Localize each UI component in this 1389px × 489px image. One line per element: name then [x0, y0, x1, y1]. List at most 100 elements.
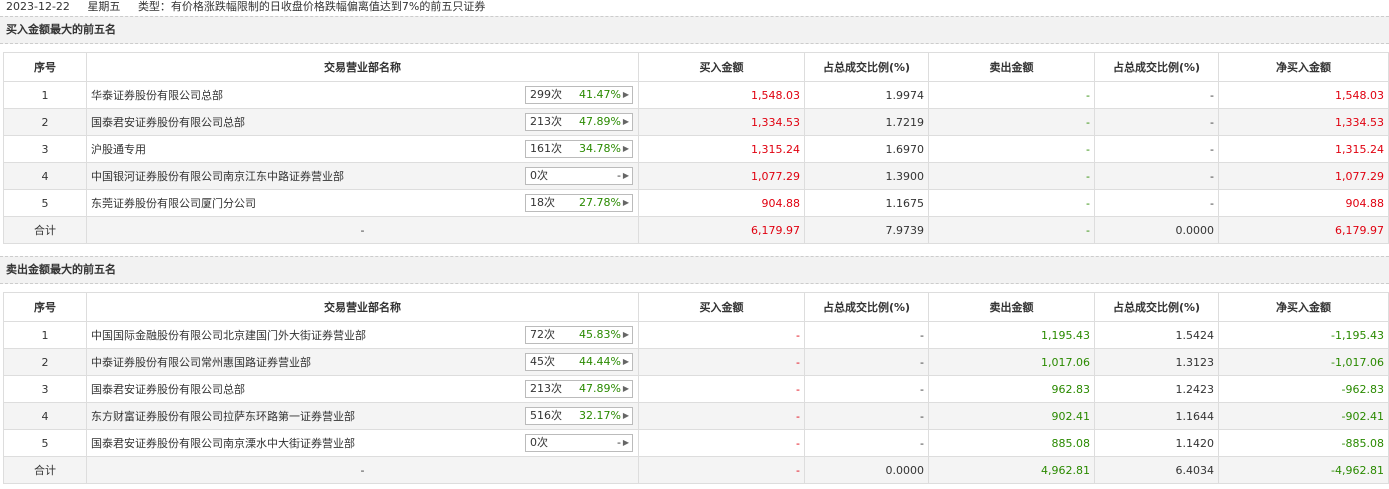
net-buy-amount: -885.08 — [1218, 429, 1389, 457]
row-index: 2 — [3, 108, 87, 136]
broker-name-link[interactable]: 国泰君安证券股份有限公司总部 — [91, 383, 245, 396]
broker-name-link[interactable]: 国泰君安证券股份有限公司总部 — [91, 116, 245, 129]
broker-stats-badge[interactable]: 0次 - ▶ — [525, 167, 633, 185]
broker-name-link[interactable]: 中国国际金融股份有限公司北京建国门外大街证券营业部 — [91, 329, 366, 342]
buy-ratio: - — [804, 348, 929, 376]
broker-stats-badge[interactable]: 213次 47.89% ▶ — [525, 113, 633, 131]
broker-stats-badge[interactable]: 18次 27.78% ▶ — [525, 194, 633, 212]
col-sell-amount: 卖出金额 — [928, 292, 1095, 322]
net-buy-amount: -1,017.06 — [1218, 348, 1389, 376]
net-buy-amount: -962.83 — [1218, 375, 1389, 403]
chevron-right-icon: ▶ — [622, 117, 629, 126]
total-sell-amount: - — [928, 216, 1095, 244]
buy-ratio: 1.3900 — [804, 162, 929, 190]
total-sell-ratio: 6.4034 — [1094, 456, 1219, 484]
table-row: 4 中国银河证券股份有限公司南京江东中路证券营业部 0次 - ▶ 1,077.29 1.39… — [3, 162, 1389, 190]
total-label: 合计 — [3, 456, 87, 484]
broker-cell: 东方财富证券股份有限公司拉萨东环路第一证券营业部 516次 32.17% ▶ — [86, 402, 639, 430]
broker-stats-badge[interactable]: 213次 47.89% ▶ — [525, 380, 633, 398]
trade-count: 18次 — [530, 196, 555, 209]
sell-amount: 1,017.06 — [928, 348, 1095, 376]
trade-count: 516次 — [530, 409, 562, 422]
sell-ratio: - — [1094, 135, 1219, 163]
total-buy-ratio: 7.9739 — [804, 216, 929, 244]
win-rate: 45.83% — [579, 328, 621, 341]
broker-name-link[interactable]: 沪股通专用 — [91, 143, 146, 156]
win-rate: 32.17% — [579, 409, 621, 422]
broker-stats-badge[interactable]: 45次 44.44% ▶ — [525, 353, 633, 371]
broker-cell: 国泰君安证券股份有限公司总部 213次 47.89% ▶ — [86, 375, 639, 403]
buy-amount: 1,077.29 — [638, 162, 805, 190]
sell-ratio: 1.1644 — [1094, 402, 1219, 430]
broker-cell: 中泰证券股份有限公司常州惠国路证券营业部 45次 44.44% ▶ — [86, 348, 639, 376]
buy-ratio: 1.7219 — [804, 108, 929, 136]
chevron-right-icon: ▶ — [622, 411, 629, 420]
net-buy-amount: -902.41 — [1218, 402, 1389, 430]
broker-name-link[interactable]: 中泰证券股份有限公司常州惠国路证券营业部 — [91, 356, 311, 369]
buy-amount: 1,315.24 — [638, 135, 805, 163]
sell-ratio: 1.3123 — [1094, 348, 1219, 376]
broker-cell: 沪股通专用 161次 34.78% ▶ — [86, 135, 639, 163]
buy-amount: - — [638, 348, 805, 376]
col-index: 序号 — [3, 52, 87, 82]
table-row: 3 国泰君安证券股份有限公司总部 213次 47.89% ▶ - -962.83 1.2423… — [3, 375, 1389, 403]
sell-ratio: 1.2423 — [1094, 375, 1219, 403]
buy-amount: - — [638, 429, 805, 457]
broker-stats-badge[interactable]: 299次 41.47% ▶ — [525, 86, 633, 104]
total-net-buy: 6,179.97 — [1218, 216, 1389, 244]
win-rate: 41.47% — [579, 88, 621, 101]
buy-amount: - — [638, 402, 805, 430]
buy-ratio: 1.6970 — [804, 135, 929, 163]
buy-table: 序号 交易营业部名称 买入金额 占总成交比例(%) 卖出金额 占总成交比例(%)… — [3, 52, 1389, 244]
buy-ratio: - — [804, 429, 929, 457]
broker-name-link[interactable]: 国泰君安证券股份有限公司南京溧水中大街证券营业部 — [91, 437, 355, 450]
table-row: 5 东莞证券股份有限公司厦门分公司 18次 27.78% ▶ 904.88 1.1675- -… — [3, 189, 1389, 217]
broker-cell: 中国银河证券股份有限公司南京江东中路证券营业部 0次 - ▶ — [86, 162, 639, 190]
broker-name-link[interactable]: 东方财富证券股份有限公司拉萨东环路第一证券营业部 — [91, 410, 355, 423]
buy-ratio: - — [804, 321, 929, 349]
sell-ratio: - — [1094, 189, 1219, 217]
win-rate: - — [617, 169, 621, 182]
broker-name-link[interactable]: 中国银河证券股份有限公司南京江东中路证券营业部 — [91, 170, 344, 183]
buy-table-header: 序号 交易营业部名称 买入金额 占总成交比例(%) 卖出金额 占总成交比例(%)… — [3, 52, 1389, 82]
total-sell-ratio: 0.0000 — [1094, 216, 1219, 244]
sell-ratio: - — [1094, 108, 1219, 136]
table-row: 5 国泰君安证券股份有限公司南京溧水中大街证券营业部 0次 - ▶ - -885.08 1.1… — [3, 429, 1389, 457]
broker-name-link[interactable]: 东莞证券股份有限公司厦门分公司 — [91, 197, 256, 210]
broker-stats-badge[interactable]: 516次 32.17% ▶ — [525, 407, 633, 425]
row-index: 1 — [3, 321, 87, 349]
broker-stats-badge[interactable]: 0次 - ▶ — [525, 434, 633, 452]
buy-ratio: 1.1675 — [804, 189, 929, 217]
broker-stats-badge[interactable]: 72次 45.83% ▶ — [525, 326, 633, 344]
col-net-buy: 净买入金额 — [1218, 52, 1389, 82]
row-index: 3 — [3, 135, 87, 163]
sell-ratio: - — [1094, 81, 1219, 109]
buy-ratio: - — [804, 402, 929, 430]
broker-cell: 国泰君安证券股份有限公司总部 213次 47.89% ▶ — [86, 108, 639, 136]
col-sell-ratio: 占总成交比例(%) — [1094, 292, 1219, 322]
row-index: 1 — [3, 81, 87, 109]
buy-amount: 1,334.53 — [638, 108, 805, 136]
buy-ratio: - — [804, 375, 929, 403]
buy-section-title: 买入金额最大的前五名 — [0, 16, 1389, 44]
win-rate: 47.89% — [579, 115, 621, 128]
buy-amount: 904.88 — [638, 189, 805, 217]
broker-stats-badge[interactable]: 161次 34.78% ▶ — [525, 140, 633, 158]
sell-amount: 885.08 — [928, 429, 1095, 457]
sell-ratio: - — [1094, 162, 1219, 190]
chevron-right-icon: ▶ — [622, 90, 629, 99]
row-index: 4 — [3, 162, 87, 190]
win-rate: 44.44% — [579, 355, 621, 368]
total-label: 合计 — [3, 216, 87, 244]
broker-name-link[interactable]: 华泰证券股份有限公司总部 — [91, 89, 223, 102]
sell-ratio: 1.1420 — [1094, 429, 1219, 457]
col-index: 序号 — [3, 292, 87, 322]
sell-ratio: 1.5424 — [1094, 321, 1219, 349]
col-sell-ratio: 占总成交比例(%) — [1094, 52, 1219, 82]
table-row: 1 华泰证券股份有限公司总部 299次 41.47% ▶ 1,548.03 1.9974- -… — [3, 81, 1389, 109]
row-index: 2 — [3, 348, 87, 376]
broker-cell: 国泰君安证券股份有限公司南京溧水中大街证券营业部 0次 - ▶ — [86, 429, 639, 457]
net-buy-amount: 1,315.24 — [1218, 135, 1389, 163]
net-buy-amount: 1,548.03 — [1218, 81, 1389, 109]
total-sell-amount: 4,962.81 — [928, 456, 1095, 484]
